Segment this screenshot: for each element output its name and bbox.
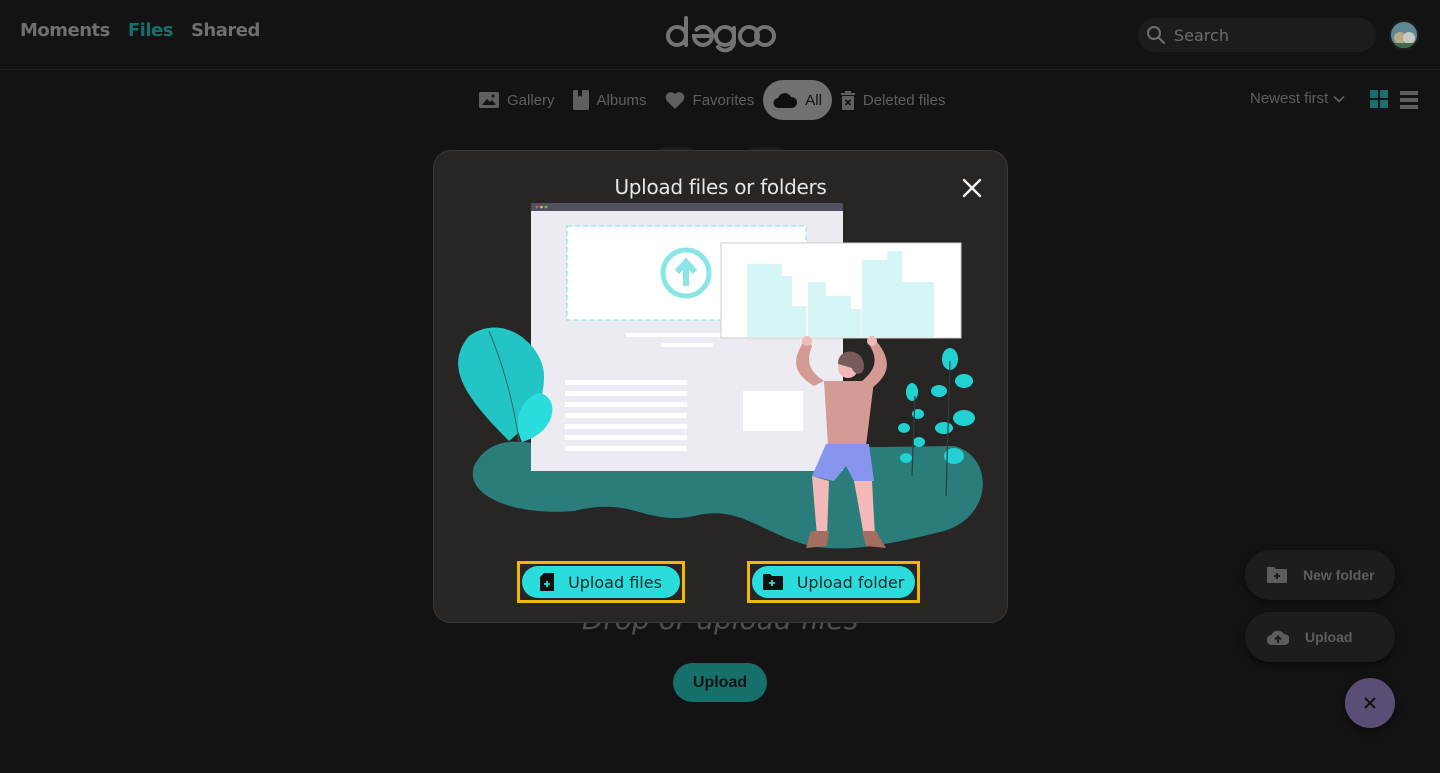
tab-deleted-files-label: Deleted files: [862, 91, 946, 109]
upload-folder-label: Upload folder: [796, 572, 905, 592]
nav-moments[interactable]: Moments: [20, 20, 110, 41]
album-icon: [572, 90, 589, 110]
top-bar: Moments Files Shared: [0, 0, 1440, 70]
tab-all[interactable]: All: [763, 80, 832, 120]
upload-files-button[interactable]: Upload files: [517, 561, 685, 603]
cloud-icon: [773, 93, 798, 108]
upload-button[interactable]: Upload: [673, 663, 767, 702]
upload-illustration: [458, 203, 983, 549]
tab-favorites-label: Favorites: [692, 91, 755, 109]
nav-files[interactable]: Files: [128, 20, 174, 41]
file-filter-tabs: Gallery Albums Favorites All Deleted fil…: [470, 80, 954, 120]
cloud-upload-icon: [1267, 630, 1289, 645]
file-plus-icon: [540, 573, 555, 591]
degoo-logo[interactable]: [665, 14, 777, 54]
fab-close-button[interactable]: [1345, 678, 1395, 728]
upload-folder-button-body: Upload folder: [752, 566, 915, 598]
sort-selected: Newest first: [1250, 90, 1329, 107]
folder-plus-icon: [1267, 567, 1287, 583]
tab-gallery[interactable]: Gallery: [470, 80, 564, 120]
tab-albums-label: Albums: [596, 91, 647, 109]
tab-gallery-label: Gallery: [507, 91, 555, 109]
fab-upload-button[interactable]: Upload: [1245, 612, 1395, 662]
image-icon: [479, 92, 499, 108]
list-view-icon[interactable]: [1400, 91, 1418, 109]
tab-albums[interactable]: Albums: [564, 80, 656, 120]
heart-icon: [665, 92, 684, 109]
search-bar: [1138, 18, 1376, 52]
new-folder-button[interactable]: New folder: [1245, 550, 1395, 600]
tab-favorites[interactable]: Favorites: [656, 80, 764, 120]
upload-files-button-body: Upload files: [522, 566, 680, 598]
upload-files-label: Upload files: [568, 572, 662, 592]
nav-shared[interactable]: Shared: [191, 20, 260, 41]
grid-view-icon[interactable]: [1370, 90, 1388, 108]
fab-upload-label: Upload: [1305, 629, 1353, 645]
upload-folder-button[interactable]: Upload folder: [747, 561, 920, 603]
main-nav: Moments Files Shared: [20, 20, 278, 41]
close-icon: [1364, 697, 1376, 709]
new-folder-label: New folder: [1303, 567, 1375, 583]
trash-icon: [840, 90, 855, 110]
tab-deleted-files[interactable]: Deleted files: [832, 80, 955, 120]
folder-plus-icon: [762, 574, 783, 590]
tab-all-label: All: [805, 91, 822, 109]
upload-dialog: Upload files or folders Upload files Upl…: [433, 150, 1008, 623]
sort-dropdown[interactable]: Newest first: [1250, 90, 1345, 107]
avatar[interactable]: [1389, 20, 1419, 50]
search-input[interactable]: [1174, 25, 1354, 45]
user-avatar-icon: [1391, 22, 1417, 48]
chevron-down-icon: [1333, 95, 1345, 103]
search-icon: [1147, 26, 1166, 45]
